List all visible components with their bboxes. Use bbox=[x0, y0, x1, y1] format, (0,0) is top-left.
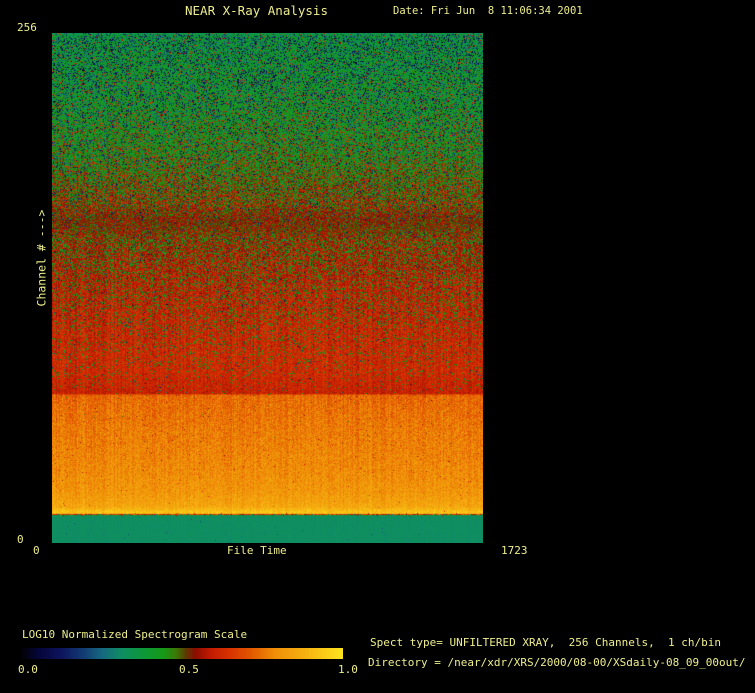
colorbar-tick-1: 1.0 bbox=[338, 663, 358, 676]
spectrogram-image bbox=[52, 33, 483, 543]
colorbar-label: LOG10 Normalized Spectrogram Scale bbox=[22, 628, 248, 641]
x-axis-max-label: 1723 bbox=[501, 544, 528, 557]
y-axis-max-label: 256 bbox=[17, 21, 37, 34]
y-axis-title: Channel # ---> bbox=[34, 209, 49, 307]
directory-line: Directory = /near/xdr/XRS/2000/08-00/XSd… bbox=[368, 656, 746, 669]
y-axis-min-label: 0 bbox=[17, 533, 24, 546]
colorbar-tick-05: 0.5 bbox=[179, 663, 199, 676]
near-xray-analysis-window: NEAR X-Ray Analysis Date: Fri Jun 8 11:0… bbox=[0, 0, 755, 693]
x-axis-title: File Time bbox=[227, 544, 287, 557]
x-axis-min-label: 0 bbox=[33, 544, 40, 557]
page-title: NEAR X-Ray Analysis bbox=[185, 3, 328, 18]
colorbar-tick-0: 0.0 bbox=[18, 663, 38, 676]
date-label: Date: Fri Jun 8 11:06:34 2001 bbox=[393, 5, 583, 17]
colorbar-gradient bbox=[22, 648, 343, 659]
spect-type-line: Spect type= UNFILTERED XRAY, 256 Channel… bbox=[370, 636, 721, 649]
